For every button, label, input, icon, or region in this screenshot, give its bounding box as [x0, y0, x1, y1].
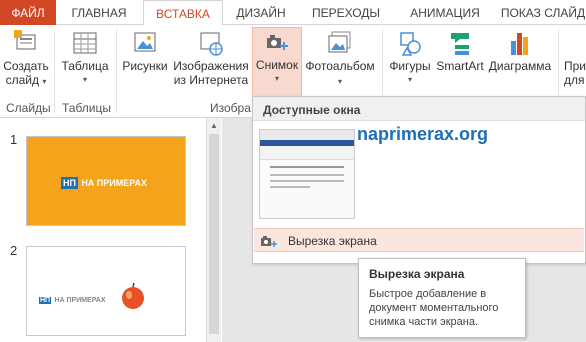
bar-chart-icon	[511, 33, 528, 55]
photo-album-label: Фотоальбом ▾	[305, 59, 375, 86]
slide-logo: НП НА ПРИМЕРАХ	[39, 291, 106, 305]
apple-icon	[122, 282, 144, 309]
apps-icon	[564, 29, 586, 59]
table-icon	[73, 32, 97, 54]
tab-design[interactable]: ДИЗАЙН	[227, 0, 295, 26]
window-text-line	[270, 180, 344, 182]
slide-thumbnails-pane: 1 НП НА ПРИМЕРАХ 2 НП НА ПРИМЕРАХ	[0, 118, 222, 342]
new-slide-label-2: слайд ▾	[5, 73, 47, 87]
screenshot-label: Снимок	[255, 58, 299, 72]
chevron-down-icon: ▾	[274, 74, 279, 83]
logo-abbr: НП	[39, 297, 52, 304]
slide-thumbnail-1[interactable]: НП НА ПРИМЕРАХ	[26, 136, 186, 226]
separator	[54, 29, 55, 113]
screenshot-dropdown: Доступные окна Вырезка экрана	[252, 96, 586, 264]
window-toolbar	[260, 146, 354, 160]
logo-text: НА ПРИМЕРАХ	[54, 297, 106, 304]
new-slide-label-1: Создать	[3, 59, 49, 73]
slide-number: 2	[10, 243, 18, 258]
online-pictures-label-2: из Интернета	[173, 73, 249, 87]
apps-label-1: При	[564, 59, 586, 73]
slide-thumbnail-2[interactable]: НП НА ПРИМЕРАХ	[26, 246, 186, 336]
new-slide-icon	[14, 30, 36, 50]
chevron-down-icon: ▾	[42, 77, 47, 86]
online-pictures-label-1: Изображения	[173, 59, 249, 73]
online-pictures-button[interactable]: Изображения из Интернета	[172, 29, 250, 97]
screen-clipping-label: Вырезка экрана	[288, 234, 377, 248]
logo-abbr: НП	[61, 177, 78, 189]
separator	[116, 29, 117, 113]
camera-plus-icon	[267, 35, 288, 50]
new-slide-button[interactable]: Создать слайд ▾	[2, 29, 50, 97]
scrollbar-thumb[interactable]	[209, 134, 219, 334]
pane-scrollbar[interactable]: ▲	[206, 118, 221, 342]
slide-number: 1	[10, 132, 18, 147]
screen-clipping-item[interactable]: Вырезка экрана	[254, 228, 584, 252]
tab-animation[interactable]: АНИМАЦИЯ	[398, 0, 492, 26]
group-label-images: Изобра	[210, 101, 251, 115]
watermark-text: naprimerax.org	[357, 124, 489, 144]
chart-label: Диаграмма	[488, 59, 552, 73]
tab-slideshow[interactable]: ПОКАЗ СЛАЙД	[500, 0, 586, 26]
apps-label-2: для	[564, 73, 585, 87]
pictures-button[interactable]: Рисунки	[120, 29, 170, 97]
tooltip-body: Быстрое добавление в документ моментальн…	[369, 288, 499, 328]
logo-text: НА ПРИМЕРАХ	[81, 178, 147, 188]
smartart-label: SmartArt	[436, 59, 484, 73]
chart-button[interactable]: Диаграмма	[486, 29, 554, 97]
chevron-down-icon: ▾	[82, 75, 87, 84]
slide-logo: НП НА ПРИМЕРАХ	[61, 175, 147, 189]
window-text-line	[270, 166, 344, 168]
group-label-tables: Таблицы	[62, 101, 112, 115]
window-thumbnail[interactable]	[259, 129, 355, 219]
tab-insert[interactable]: ВСТАВКА	[143, 0, 223, 26]
shapes-button[interactable]: Фигуры ▾	[386, 29, 434, 97]
available-windows-header: Доступные окна	[253, 97, 585, 121]
scroll-up-icon[interactable]: ▲	[210, 121, 218, 130]
chevron-down-icon: ▾	[407, 75, 412, 84]
tab-home[interactable]: ГЛАВНАЯ	[60, 0, 138, 26]
group-label-slides: Слайды	[6, 101, 51, 115]
window-text-line	[270, 186, 310, 188]
shapes-label: Фигуры	[389, 59, 431, 73]
screenshot-button[interactable]: Снимок ▾	[252, 27, 302, 97]
window-titlebar	[260, 130, 354, 140]
tooltip-title: Вырезка экрана	[369, 267, 465, 281]
shapes-icon	[400, 32, 421, 56]
camera-plus-icon	[261, 236, 277, 247]
tooltip: Вырезка экрана Быстрое добавление в доку…	[358, 258, 526, 338]
ribbon-tabs: ФАЙЛ ГЛАВНАЯ ВСТАВКА ДИЗАЙН ПЕРЕХОДЫ АНИ…	[0, 0, 586, 26]
apps-button[interactable]: При для	[564, 29, 586, 97]
window-text-line	[270, 174, 344, 176]
smartart-button[interactable]: SmartArt	[434, 29, 486, 97]
smartart-icon	[451, 33, 469, 55]
picture-icon	[134, 32, 156, 52]
pictures-label: Рисунки	[122, 59, 168, 73]
globe-picture-icon	[200, 32, 223, 56]
tab-file[interactable]: ФАЙЛ	[0, 0, 56, 25]
photo-album-button[interactable]: Фотоальбом ▾	[302, 29, 378, 97]
table-button[interactable]: Таблица ▾	[58, 29, 112, 97]
chevron-down-icon: ▾	[337, 77, 342, 86]
photo-album-icon	[328, 31, 351, 53]
tab-transitions[interactable]: ПЕРЕХОДЫ	[302, 0, 390, 26]
table-label: Таблица	[61, 59, 109, 73]
